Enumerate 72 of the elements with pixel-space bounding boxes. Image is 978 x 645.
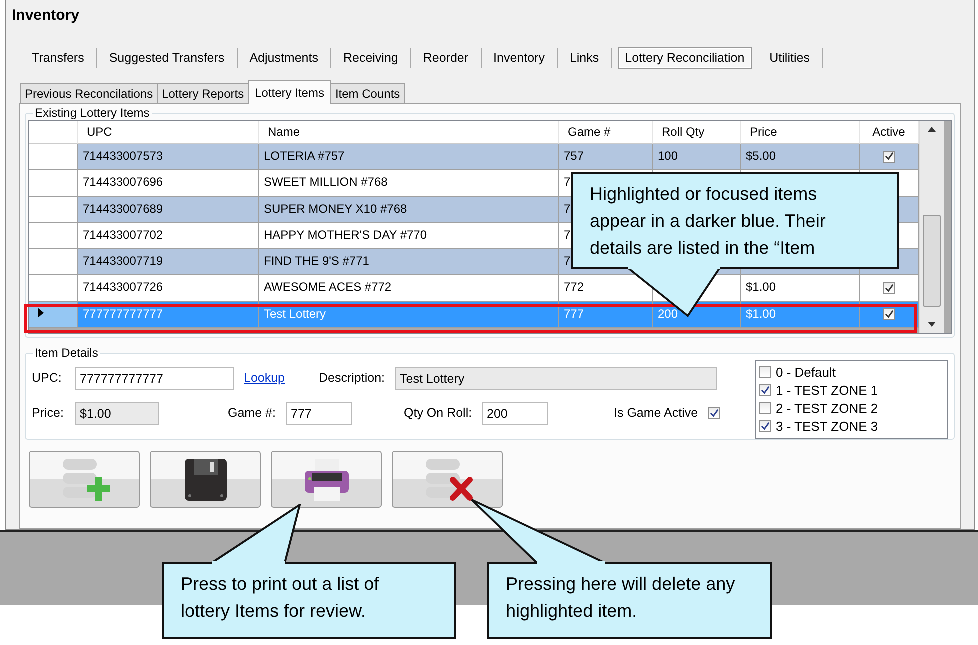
add-button[interactable] [29, 451, 140, 508]
delete-button[interactable] [392, 451, 503, 508]
save-button[interactable] [150, 451, 261, 508]
table-cell: 772 [559, 275, 653, 302]
upc-field[interactable]: 777777777777 [75, 366, 234, 390]
checkbox[interactable] [883, 150, 895, 163]
table-cell: 714433007726 [78, 275, 259, 302]
tab[interactable]: Adjustments [238, 48, 332, 68]
table-cell: 714433007702 [78, 222, 259, 250]
tab[interactable]: Lottery Reports [157, 83, 250, 103]
grid-corner [29, 121, 78, 144]
column-header[interactable]: Game # [559, 121, 653, 144]
checkbox[interactable] [759, 420, 771, 432]
scrollbar[interactable] [919, 121, 944, 333]
field-label: UPC: [31, 371, 63, 385]
tab[interactable]: Receiving [331, 48, 412, 68]
table-cell: SWEET MILLION #768 [259, 170, 559, 197]
table-cell: 757 [559, 144, 653, 170]
zone-label: 3 - TEST ZONE 3 [776, 418, 878, 434]
column-header[interactable]: Active [860, 121, 919, 144]
tab[interactable]: Links [558, 48, 612, 68]
row-pointer-icon [38, 308, 44, 318]
table-cell: AWESOME ACES #772 [259, 275, 559, 302]
field-label: Price: [31, 406, 65, 420]
checkbox[interactable] [759, 402, 771, 414]
tab[interactable]: Previous Reconcilations [20, 83, 158, 103]
column-header[interactable]: Price [741, 121, 860, 144]
description-field[interactable]: Test Lottery [395, 366, 718, 390]
column-header[interactable]: UPC [78, 121, 259, 144]
callout-text: Pressing here will delete any highlighted item. [506, 573, 736, 623]
zone-label: 0 - Default [776, 364, 836, 380]
print-button[interactable] [271, 451, 382, 508]
field-label: Is Game Active [613, 406, 700, 420]
price-field[interactable]: $1.00 [75, 402, 159, 424]
table-cell: LOTERIA #757 [259, 144, 559, 170]
table-cell: 714433007689 [78, 196, 259, 223]
game-field[interactable]: 777 [286, 402, 352, 424]
column-header[interactable]: Roll Qty [653, 121, 741, 144]
table-cell: 714433007719 [78, 249, 259, 276]
callout-text: Press to print out a list of lottery Items for review. [181, 573, 380, 623]
table-cell: 714433007573 [78, 144, 259, 170]
tab[interactable]: Item Counts [330, 83, 406, 103]
qty-field[interactable]: 200 [482, 402, 548, 424]
column-header[interactable]: Name [259, 121, 559, 144]
table-cell: FIND THE 9'S #771 [259, 249, 559, 276]
field-label: Description: [318, 371, 386, 385]
table-cell: HAPPY MOTHER'S DAY #770 [259, 222, 559, 250]
tab[interactable]: Lottery Reconciliation [618, 47, 752, 69]
checkbox[interactable] [883, 308, 895, 320]
field-label: Game #: [227, 406, 277, 420]
zone-label: 1 - TEST ZONE 1 [776, 382, 878, 398]
group-title: Item Details [35, 346, 98, 360]
tab[interactable]: Suggested Transfers [97, 48, 238, 68]
field-label: Qty On Roll: [403, 406, 474, 420]
lookup-link[interactable]: Lookup [244, 371, 286, 385]
checkbox[interactable] [883, 282, 895, 294]
tab[interactable]: Utilities [758, 48, 823, 68]
tab[interactable]: Inventory [482, 48, 558, 68]
group-title: Existing Lottery Items [35, 106, 150, 120]
checkbox[interactable] [759, 366, 771, 378]
zone-label: 2 - TEST ZONE 2 [776, 400, 878, 416]
table-cell: 100 [653, 144, 741, 170]
window-title: Inventory [11, 6, 81, 26]
table-cell: $5.00 [741, 144, 860, 170]
checkbox[interactable] [759, 384, 771, 396]
table-cell: 714433007696 [78, 170, 259, 197]
table-cell: SUPER MONEY X10 #768 [259, 196, 559, 223]
tab[interactable]: Transfers [20, 48, 98, 68]
tab[interactable]: Lottery Items [248, 80, 332, 104]
table-cell: $1.00 [741, 275, 860, 302]
checkbox[interactable] [708, 407, 720, 419]
tab[interactable]: Reorder [411, 48, 482, 68]
